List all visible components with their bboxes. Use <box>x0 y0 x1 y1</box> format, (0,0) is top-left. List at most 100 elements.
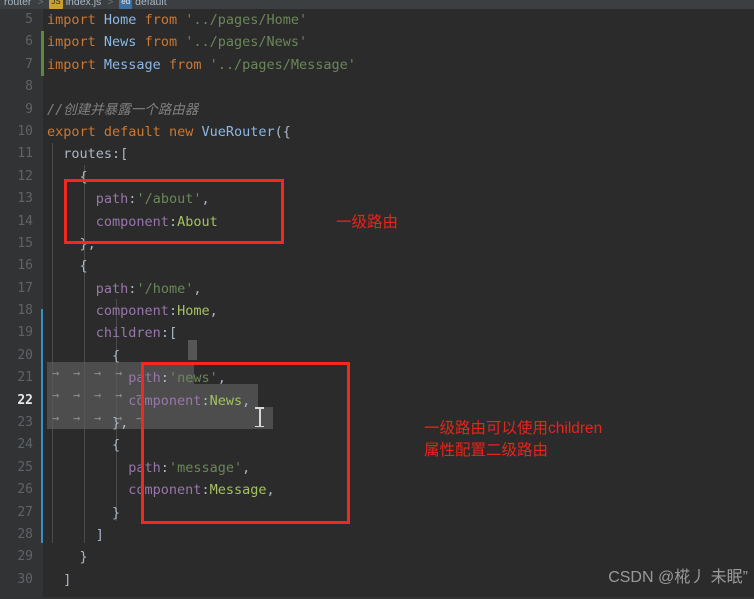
code-text[interactable]: { <box>47 434 120 456</box>
code-line[interactable]: 28 ] <box>0 524 754 546</box>
code-line[interactable]: 22 component:News, <box>0 390 754 412</box>
line-number[interactable]: 27 <box>0 502 33 524</box>
code-text[interactable]: { <box>47 345 120 367</box>
code-editor[interactable]: → → → → → → → → → → → → → → 5 import Home… <box>0 9 754 599</box>
code-line[interactable]: 8 <box>0 76 754 98</box>
line-number[interactable]: 11 <box>0 143 33 165</box>
line-number[interactable]: 15 <box>0 233 33 255</box>
line-number[interactable]: 6 <box>0 31 33 53</box>
code-line[interactable]: 16 { <box>0 255 754 277</box>
code-text[interactable]: //创建并暴露一个路由器 <box>47 99 198 121</box>
line-number[interactable]: 10 <box>0 121 33 143</box>
line-number[interactable]: 25 <box>0 457 33 479</box>
code-text[interactable]: path:'/home', <box>47 278 202 300</box>
code-line[interactable]: 25 path:'message', <box>0 457 754 479</box>
code-text[interactable]: { <box>47 255 88 277</box>
line-number[interactable]: 24 <box>0 434 33 456</box>
line-number[interactable]: 13 <box>0 188 33 210</box>
code-text[interactable]: ] <box>47 569 71 591</box>
code-text[interactable]: import Message from '../pages/Message' <box>47 54 356 76</box>
code-text[interactable]: routes:[ <box>47 143 128 165</box>
code-token: ] <box>47 526 104 543</box>
code-token: , <box>242 459 251 476</box>
code-token: path <box>95 280 129 297</box>
code-line[interactable]: 21 path:'news', <box>0 367 754 389</box>
code-line[interactable]: 19 children:[ <box>0 322 754 344</box>
breadcrumb-item-default[interactable]: default <box>135 0 167 8</box>
code-line[interactable]: 5 import Home from '../pages/Home' <box>0 9 754 31</box>
code-token: , <box>266 482 275 499</box>
code-token: News <box>103 34 137 51</box>
code-line[interactable]: 24 { <box>0 434 754 456</box>
code-text[interactable]: component:About <box>47 211 218 233</box>
line-number[interactable]: 21 <box>0 367 33 389</box>
code-token: Home <box>103 12 137 28</box>
breadcrumb[interactable]: router > JS index.js > ed default <box>0 0 754 9</box>
code-line[interactable]: 18 component:Home, <box>0 300 754 322</box>
code-text[interactable]: children:[ <box>47 322 177 344</box>
code-text[interactable]: path:'message', <box>47 457 250 479</box>
line-number[interactable]: 30 <box>0 569 33 591</box>
line-number[interactable]: 9 <box>0 99 33 121</box>
code-line[interactable]: 27 } <box>0 502 754 524</box>
code-line[interactable]: 11 routes:[ <box>0 143 754 165</box>
line-number[interactable]: 5 <box>0 9 33 31</box>
code-text[interactable]: ] <box>47 524 104 546</box>
code-text[interactable]: component:Message, <box>47 479 275 501</box>
line-number[interactable]: 20 <box>0 345 33 367</box>
line-number[interactable]: 22 <box>0 390 33 412</box>
text-cursor-ibeam <box>255 407 264 427</box>
line-number[interactable]: 14 <box>0 211 33 233</box>
code-token: , <box>201 191 210 208</box>
code-text[interactable]: import News from '../pages/News' <box>47 31 307 53</box>
line-number[interactable]: 12 <box>0 166 33 188</box>
breadcrumb-item-index-js[interactable]: index.js <box>66 0 102 8</box>
code-line[interactable]: 26 component:Message, <box>0 479 754 501</box>
line-number[interactable]: 23 <box>0 412 33 434</box>
code-line[interactable]: 6 import News from '../pages/News' <box>0 31 754 53</box>
code-text[interactable]: } <box>47 502 120 524</box>
code-line[interactable]: 12 { <box>0 166 754 188</box>
code-text[interactable]: }, <box>47 412 128 434</box>
code-text[interactable]: import Home from '../pages/Home' <box>47 9 307 31</box>
code-line[interactable]: 13 path:'/about', <box>0 188 754 210</box>
code-lines[interactable]: 5 import Home from '../pages/Home' 6 import… <box>0 9 754 591</box>
code-token: 'news' <box>168 370 218 387</box>
line-number[interactable]: 16 <box>0 255 33 277</box>
line-number[interactable]: 17 <box>0 278 33 300</box>
code-text[interactable]: component:News, <box>47 390 250 412</box>
code-token: }, <box>47 235 96 252</box>
line-number[interactable]: 29 <box>0 546 33 568</box>
code-line[interactable]: 15 }, <box>0 233 754 255</box>
code-token: { <box>47 258 88 275</box>
code-line[interactable]: 20 { <box>0 345 754 367</box>
breadcrumb-item-router[interactable]: router <box>4 0 31 8</box>
code-line[interactable]: 23 }, <box>0 412 754 434</box>
line-number[interactable]: 7 <box>0 54 33 76</box>
line-number[interactable]: 8 <box>0 76 33 98</box>
line-number[interactable]: 19 <box>0 322 33 344</box>
code-token: { <box>47 437 121 454</box>
code-text[interactable]: component:Home, <box>47 300 218 322</box>
code-text[interactable]: path:'news', <box>47 367 226 389</box>
code-text[interactable]: } <box>47 546 88 568</box>
code-line[interactable]: 9 //创建并暴露一个路由器 <box>0 99 754 121</box>
code-token: children <box>95 325 161 342</box>
code-line[interactable]: 7 import Message from '../pages/Message' <box>0 54 754 76</box>
code-token: Home <box>177 303 210 320</box>
code-text[interactable]: path:'/about', <box>47 188 210 210</box>
code-line[interactable]: 10 export default new VueRouter({ <box>0 121 754 143</box>
code-line[interactable]: 17 path:'/home', <box>0 278 754 300</box>
code-text[interactable]: { <box>47 166 88 188</box>
line-number[interactable]: 18 <box>0 300 33 322</box>
code-text[interactable]: }, <box>47 233 96 255</box>
line-number[interactable]: 26 <box>0 479 33 501</box>
code-token: new <box>168 123 194 140</box>
code-token: , <box>242 392 251 409</box>
code-token: import <box>47 34 104 51</box>
code-text[interactable]: export default new VueRouter({ <box>47 121 291 143</box>
line-number[interactable]: 28 <box>0 524 33 546</box>
